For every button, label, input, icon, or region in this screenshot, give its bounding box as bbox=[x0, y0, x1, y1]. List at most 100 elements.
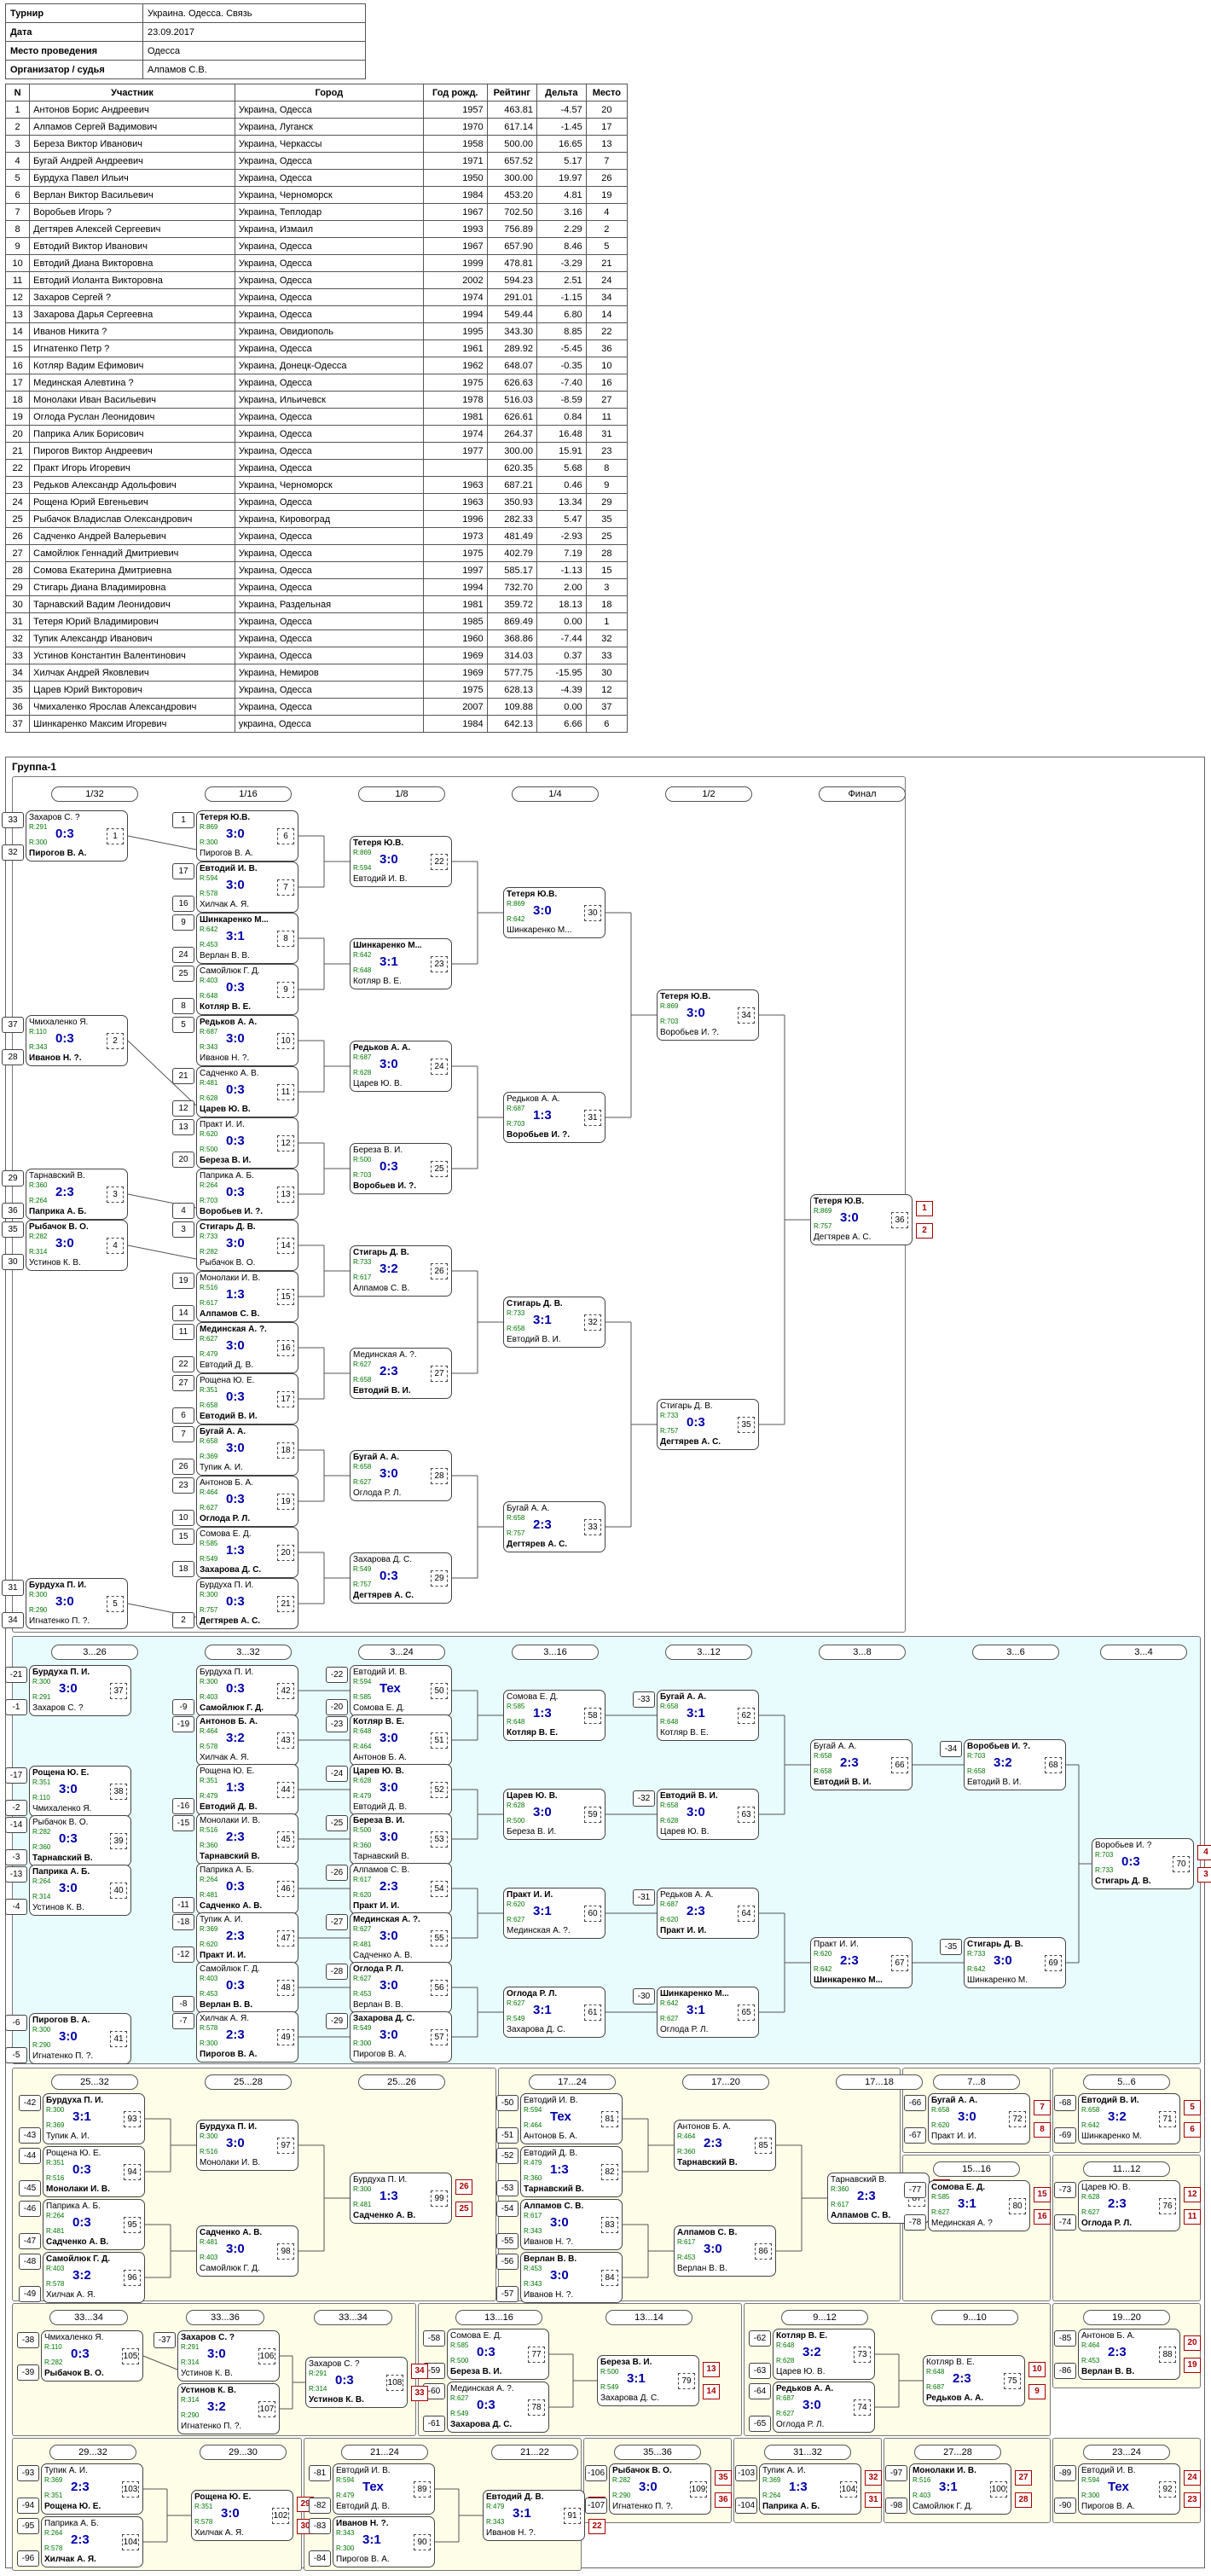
match-box[interactable]: Самойлюк Г. Д. R:403 0:3 R:453 Верлан В. В. 4… bbox=[196, 1962, 298, 2013]
match-box[interactable]: Евтодий В. И. R:658 3:2 R:642 Шинкаренко М. 7… bbox=[1078, 2093, 1180, 2144]
match-box[interactable]: Рыбачок В. О. R:282 3:0 R:290 Игнатенко П. ?… bbox=[609, 2463, 711, 2515]
match-box[interactable]: Захаров С. ? R:291 3:0 R:314 Устинов К. В. 10… bbox=[177, 2330, 280, 2382]
match-box[interactable]: Захаров С. ? R:291 0:3 R:300 Пирогов В. А. 1 bbox=[26, 810, 128, 862]
match-box[interactable]: Хилчак А. Я. R:578 2:3 R:300 Пирогов В. А. 49 bbox=[196, 2011, 298, 2063]
match-box[interactable]: Бугай А. А. R:658 3:0 R:369 Тупик А. И. 18 bbox=[196, 1424, 298, 1476]
match-box[interactable]: Практ И. И. R:620 3:1 R:627 Мединская А. ?. 6… bbox=[503, 1888, 606, 1939]
match-box[interactable]: Береза В. И. R:500 3:1 R:549 Захарова Д. С. 7… bbox=[597, 2355, 699, 2406]
match-box[interactable]: Рощена Ю. Е. R:351 0:3 R:516 Монолаки И. В. 9… bbox=[43, 2146, 145, 2197]
match-box[interactable]: Евтодий И. В. R:594 Тех R:479 Евтодий Д. В. 8… bbox=[333, 2463, 435, 2515]
match-box[interactable]: Бурдуха П. И. R:300 3:0 R:290 Игнатенко П. ?… bbox=[26, 1578, 128, 1629]
match-box[interactable]: Стигарь Д. В. R:733 3:2 R:617 Алпамов С. В. 2… bbox=[350, 1245, 452, 1297]
match-box[interactable]: Редьков А. А. R:687 1:3 R:703 Воробьев И. ?.… bbox=[503, 1092, 606, 1143]
match-box[interactable]: Практ И. И. R:620 2:3 R:642 Шинкаренко М... 6… bbox=[810, 1937, 913, 1988]
match-box[interactable]: Алпамов С. В. R:617 2:3 R:620 Практ И. И. 54 bbox=[350, 1863, 452, 1914]
match-box[interactable]: Захаров С. ? R:291 0:3 R:314 Устинов К. В. 10… bbox=[305, 2357, 408, 2408]
match-box[interactable]: Шинкаренко М... R:642 3:1 R:453 Верлан В. В.… bbox=[196, 913, 298, 964]
match-box[interactable]: Рыбачок В. О. R:282 3:0 R:314 Устинов К. В. 4 bbox=[26, 1220, 128, 1271]
match-box[interactable]: Устинов К. В. R:314 3:2 R:290 Игнатенко П. ?… bbox=[177, 2383, 280, 2434]
match-box[interactable]: Бурдуха П. И. R:300 3:0 R:516 Монолаки И. В.… bbox=[196, 2120, 298, 2171]
match-box[interactable]: Тетеря Ю.В. R:869 3:0 R:594 Евтодий И. В. 22 bbox=[350, 836, 452, 887]
match-box[interactable]: Оглода Р. Л. R:627 3:1 R:549 Захарова Д. С. 6… bbox=[503, 1987, 606, 2038]
match-box[interactable]: Мединская А. ?. R:627 2:3 R:658 Евтодий В. И… bbox=[350, 1348, 452, 1399]
match-box[interactable]: Антонов Б. А. R:464 2:3 R:453 Верлан В. В. 88 bbox=[1078, 2329, 1180, 2380]
match-box[interactable]: Береза В. И. R:500 3:0 R:360 Тарнавский В. 53 bbox=[350, 1813, 452, 1865]
match-box[interactable]: Сомова Е. Д. R:585 1:3 R:648 Котляр В. Е. 58 bbox=[503, 1690, 606, 1741]
match-box[interactable]: Антонов Б. А. R:464 0:3 R:627 Оглода Р. Л. 19 bbox=[196, 1476, 298, 1527]
match-box[interactable]: Мединская А. ?. R:627 3:0 R:479 Евтодий Д. В… bbox=[196, 1322, 298, 1373]
match-box[interactable]: Тупик А. И. R:369 2:3 R:351 Рощена Ю. Е. 103 bbox=[41, 2463, 143, 2515]
match-box[interactable]: Бугай А. А. R:658 2:3 R:757 Дегтярев А. С. 33 bbox=[503, 1501, 606, 1552]
match-box[interactable]: Паприка А. Б. R:264 3:0 R:314 Устинов К. В. 4… bbox=[29, 1865, 131, 1916]
match-box[interactable]: Редьков А. А. R:687 3:0 R:343 Иванов Н. ?. 10 bbox=[196, 1015, 298, 1066]
match-box[interactable]: Бугай А. А. R:658 3:0 R:627 Оглода Р. Л. 28 bbox=[350, 1450, 452, 1501]
match-box[interactable]: Стигарь Д. В. R:733 0:3 R:757 Дегтярев А. С.… bbox=[657, 1399, 759, 1450]
match-box[interactable]: Бугай А. А. R:658 2:3 R:658 Евтодий В. И. 66 bbox=[810, 1739, 913, 1790]
match-box[interactable]: Редьков А. А. R:687 3:0 R:628 Царев Ю. В. 24 bbox=[350, 1041, 452, 1092]
match-box[interactable]: Стигарь Д. В. R:733 3:1 R:658 Евтодий В. И. 3… bbox=[503, 1297, 606, 1348]
match-box[interactable]: Редьков А. А. R:687 3:0 R:627 Оглода Р. Л. 74 bbox=[773, 2382, 875, 2433]
match-box[interactable]: Антонов Б. А. R:464 3:2 R:578 Хилчак А. Я. 43 bbox=[196, 1714, 298, 1766]
match-box[interactable]: Береза В. И. R:500 0:3 R:703 Воробьев И. ?. 2… bbox=[350, 1143, 452, 1194]
match-box[interactable]: Тетеря Ю.В. R:869 3:0 R:300 Пирогов В. А. 6 bbox=[196, 810, 298, 862]
match-box[interactable]: Паприка А. Б. R:264 0:3 R:481 Садченко А. В.… bbox=[196, 1863, 298, 1914]
match-box[interactable]: Рощена Ю. Е. R:351 0:3 R:658 Евтодий В. И. 17 bbox=[196, 1373, 298, 1424]
match-box[interactable]: Евтодий И. В. R:594 3:0 R:578 Хилчак А. Я. 7 bbox=[196, 862, 298, 913]
match-box[interactable]: Алпамов С. В. R:617 3:0 R:453 Верлан В. В. 86 bbox=[674, 2225, 776, 2277]
match-box[interactable]: Тетеря Ю.В. R:869 3:0 R:642 Шинкаренко М... 3… bbox=[503, 887, 606, 938]
match-box[interactable]: Мединская А. ?. R:627 0:3 R:549 Захарова Д. … bbox=[447, 2382, 549, 2433]
match-box[interactable]: Рощена Ю. Е. R:351 1:3 R:479 Евтодий Д. В. 44 bbox=[196, 1764, 298, 1815]
match-box[interactable]: Котляр В. Е. R:648 2:3 R:687 Редьков А. А. 75 bbox=[923, 2355, 1025, 2406]
match-box[interactable]: Тупик А. И. R:369 1:3 R:264 Паприка А. Б. 104 bbox=[759, 2463, 861, 2515]
match-box[interactable]: Захарова Д. С. R:549 3:0 R:300 Пирогов В. А.… bbox=[350, 2011, 452, 2063]
match-box[interactable]: Редьков А. А. R:687 2:3 R:620 Практ И. И. 64 bbox=[657, 1888, 759, 1939]
match-box[interactable]: Мединская А. ?. R:627 3:0 R:481 Садченко А. … bbox=[350, 1912, 452, 1964]
match-box[interactable]: Бурдуха П. И. R:300 0:3 R:757 Дегтярев А. С.… bbox=[196, 1578, 298, 1629]
match-box[interactable]: Бурдуха П. И. R:300 0:3 R:403 Самойлюк Г. Д.… bbox=[196, 1665, 298, 1716]
match-box[interactable]: Антонов Б. А. R:464 2:3 R:360 Тарнавский В. 8… bbox=[674, 2120, 776, 2171]
match-box[interactable]: Монолаки И. В. R:516 3:1 R:403 Самойлюк Г. Д… bbox=[909, 2463, 1011, 2515]
match-box[interactable]: Царев Ю. В. R:628 3:0 R:479 Евтодий Д. В. 52 bbox=[350, 1764, 452, 1815]
match-box[interactable]: Иванов Н. ?. R:343 3:1 R:300 Пирогов В. А. 90 bbox=[333, 2516, 435, 2567]
match-box[interactable]: Евтодий Д. В. R:479 1:3 R:360 Тарнавский В. 8… bbox=[520, 2146, 623, 2197]
match-box[interactable]: Самойлюк Г. Д. R:403 3:2 R:578 Хилчак А. Я. 9… bbox=[43, 2252, 145, 2303]
match-box[interactable]: Чмихаленко Я. R:110 0:3 R:343 Иванов Н. ?. 2 bbox=[26, 1015, 128, 1066]
match-box[interactable]: Бугай А. А. R:658 3:1 R:648 Котляр В. Е. 62 bbox=[657, 1690, 759, 1741]
match-box[interactable]: Чмихаленко Я. R:110 0:3 R:282 Рыбачок В. О. 1… bbox=[41, 2330, 143, 2382]
match-box[interactable]: Паприка А. Б. R:264 0:3 R:481 Садченко А. В.… bbox=[43, 2199, 145, 2250]
match-box[interactable]: Рыбачок В. О. R:282 0:3 R:360 Тарнавский В. 3… bbox=[29, 1815, 131, 1866]
match-box[interactable]: Верлан В. В. R:453 3:0 R:343 Иванов Н. ?. 84 bbox=[520, 2252, 623, 2303]
match-box[interactable]: Оглода Р. Л. R:627 3:0 R:453 Верлан В. В. 56 bbox=[350, 1962, 452, 2013]
match-box[interactable]: Стигарь Д. В. R:733 3:0 R:282 Рыбачок В. О. 1… bbox=[196, 1220, 298, 1271]
match-box[interactable]: Стигарь Д. В. R:733 3:0 R:642 Шинкаренко М. 6… bbox=[964, 1937, 1066, 1988]
match-box[interactable]: Сомова Е. Д. R:585 0:3 R:500 Береза В. И. 77 bbox=[447, 2329, 549, 2380]
match-box[interactable]: Котляр В. Е. R:648 3:0 R:464 Антонов Б. А. 51 bbox=[350, 1714, 452, 1766]
match-box[interactable]: Садченко А. В. R:481 3:0 R:403 Самойлюк Г. Д… bbox=[196, 2225, 298, 2277]
match-box[interactable]: Сомова Е. Д. R:585 3:1 R:627 Мединская А. ? 8… bbox=[928, 2180, 1030, 2231]
match-box[interactable]: Рощена Ю. Е. R:351 3:0 R:578 Хилчак А. Я. 102 bbox=[191, 2490, 293, 2541]
match-box[interactable]: Сомова Е. Д. R:585 1:3 R:549 Захарова Д. С. 2… bbox=[196, 1527, 298, 1578]
match-box[interactable]: Тетеря Ю.В. R:869 3:0 R:703 Воробьев И. ?. 34 bbox=[657, 989, 759, 1041]
match-box[interactable]: Воробьев И. ? R:703 0:3 R:733 Стигарь Д. В. 7… bbox=[1092, 1838, 1194, 1889]
match-box[interactable]: Евтодий Д. В. R:479 3:1 R:343 Иванов Н. ?. 91 bbox=[483, 2490, 585, 2541]
match-box[interactable]: Монолаки И. В. R:516 1:3 R:617 Алпамов С. В.… bbox=[196, 1271, 298, 1322]
match-box[interactable]: Царев Ю. В. R:628 3:0 R:500 Береза В. И. 59 bbox=[503, 1789, 606, 1840]
match-box[interactable]: Тарнавский В. R:360 2:3 R:264 Паприка А. Б. 3 bbox=[26, 1169, 128, 1220]
match-box[interactable]: Паприка А. Б. R:264 0:3 R:703 Воробьев И. ?.… bbox=[196, 1169, 298, 1220]
match-box[interactable]: Тупик А. И. R:369 2:3 R:620 Практ И. И. 47 bbox=[196, 1912, 298, 1964]
match-box[interactable]: Евтодий В. И. R:658 3:0 R:628 Царев Ю. В. 63 bbox=[657, 1789, 759, 1840]
match-box[interactable]: Паприка А. Б. R:264 2:3 R:578 Хилчак А. Я. 10… bbox=[41, 2516, 143, 2567]
match-box[interactable]: Евтодий И. В. R:594 Тех R:585 Сомова Е. Д. 50 bbox=[350, 1665, 452, 1716]
match-box[interactable]: Бурдуха П. И. R:300 3:0 R:291 Захаров С. ? 37 bbox=[29, 1665, 131, 1716]
match-box[interactable]: Захарова Д. С. R:549 0:3 R:757 Дегтярев А. С… bbox=[350, 1552, 452, 1604]
match-box[interactable]: Котляр В. Е. R:648 3:2 R:628 Царев Ю. В. 73 bbox=[773, 2329, 875, 2380]
match-box[interactable]: Практ И. И. R:620 0:3 R:500 Береза В. И. 12 bbox=[196, 1117, 298, 1169]
match-box[interactable]: Бугай А. А. R:658 3:0 R:620 Практ И. И. 72 bbox=[928, 2093, 1030, 2144]
match-box[interactable]: Монолаки И. В. R:516 2:3 R:360 Тарнавский В.… bbox=[196, 1813, 298, 1865]
match-box[interactable]: Шинкаренко М... R:642 3:1 R:627 Оглода Р. Л.… bbox=[657, 1987, 759, 2038]
match-box[interactable]: Бурдуха П. И. R:300 1:3 R:481 Садченко А. В.… bbox=[350, 2173, 452, 2224]
match-box[interactable]: Воробьев И. ?. R:703 3:2 R:658 Евтодий В. И.… bbox=[964, 1739, 1066, 1790]
match-box[interactable]: Тетеря Ю.В. R:869 3:0 R:757 Дегтярев А. С. 36 bbox=[810, 1194, 913, 1245]
match-box[interactable]: Евтодий И. В. R:594 Тех R:464 Антонов Б. А. 8… bbox=[520, 2093, 623, 2144]
match-box[interactable]: Рощена Ю. Е. R:351 3:0 R:110 Чмихаленко Я. 38 bbox=[29, 1766, 131, 1817]
